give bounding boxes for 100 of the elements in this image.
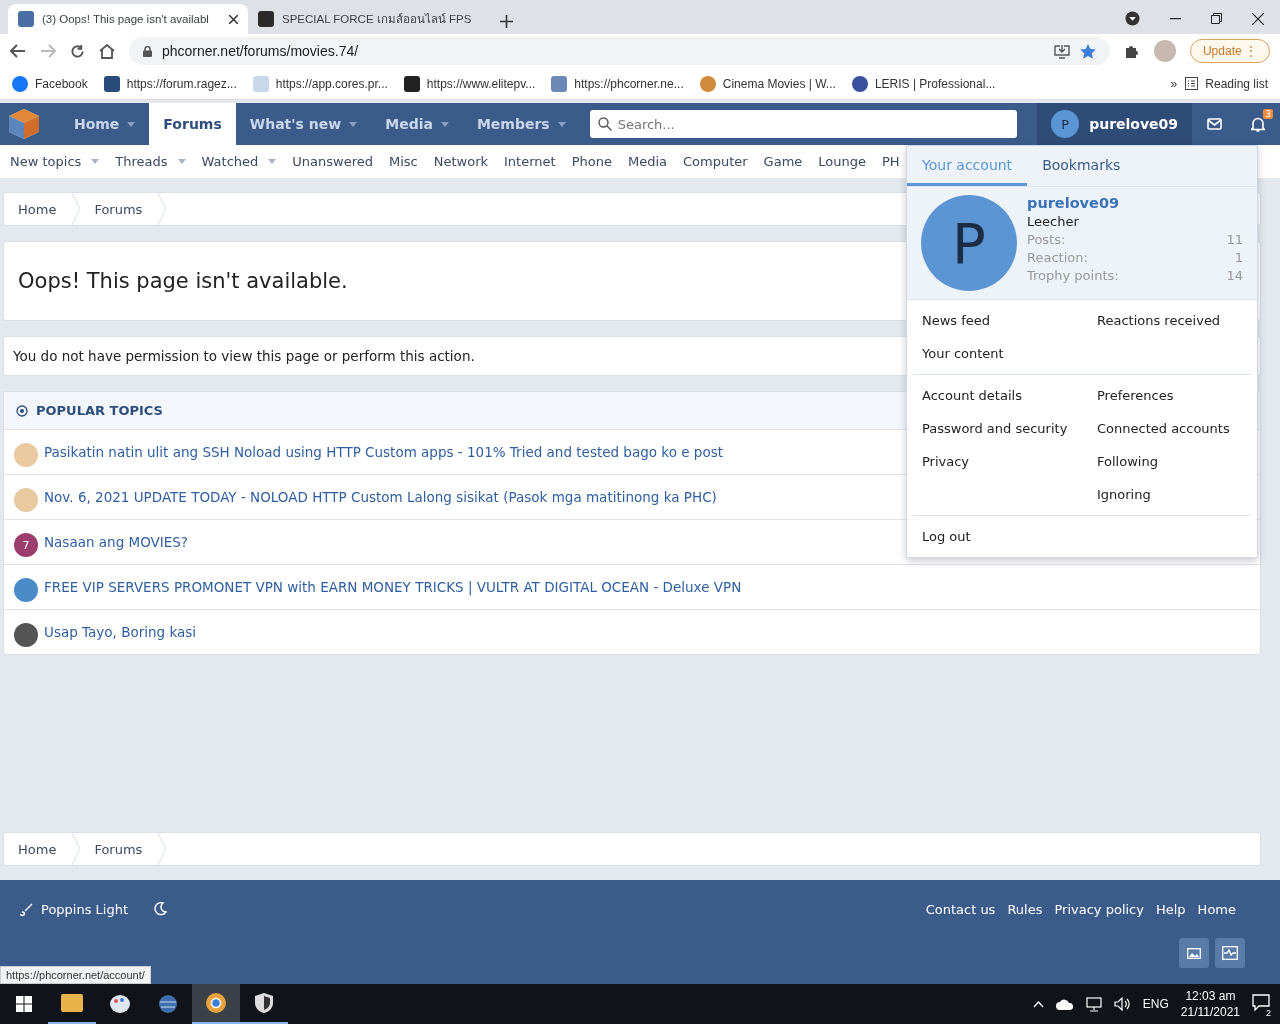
site-favicon-icon <box>18 11 34 27</box>
browser-tab[interactable]: SPECIAL FORCE เกมส์ออนไลน์ FPS <box>248 4 488 34</box>
menu-tab[interactable]: Bookmarks <box>1027 146 1136 186</box>
search-field[interactable]: Search... <box>589 110 1018 138</box>
more-bookmarks-button[interactable]: » <box>1170 76 1178 91</box>
minimize-icon[interactable] <box>1170 17 1181 20</box>
address-bar[interactable]: phcorner.net/forums/movies.74/ <box>129 37 1110 65</box>
close-icon[interactable] <box>1252 12 1264 25</box>
menu-link[interactable]: Ignoring <box>1088 478 1251 511</box>
speaker-icon[interactable] <box>1113 997 1131 1011</box>
footer-link[interactable]: Privacy policy <box>1054 902 1144 917</box>
bookmark-link[interactable]: https://www.elitepv... <box>403 75 536 92</box>
bookmark-link[interactable]: Facebook <box>12 75 88 92</box>
activity-button[interactable] <box>1215 938 1245 968</box>
nav-tab[interactable]: Home <box>59 103 150 145</box>
reload-icon[interactable] <box>70 43 85 59</box>
footer-link[interactable]: Home <box>1197 902 1236 917</box>
nav-tab[interactable]: Media <box>371 103 463 145</box>
home-icon[interactable] <box>99 43 115 59</box>
bookmark-link[interactable]: https://app.cores.pr... <box>252 75 388 92</box>
subnav-link[interactable]: Threads <box>115 154 186 169</box>
menu-link[interactable]: Privacy <box>913 445 1088 478</box>
subnav-link[interactable]: Computer <box>682 154 748 169</box>
subnav-link[interactable]: Internet <box>504 154 556 169</box>
tab-search-icon[interactable] <box>1125 11 1140 26</box>
topic-link[interactable]: Nov. 6, 2021 UPDATE TODAY - NOLOAD HTTP Custom Lalong sisikat (Pasok mga matitinong ka PHC) <box>44 489 717 505</box>
menu-link[interactable]: Preferences <box>1088 379 1251 412</box>
subnav-link[interactable]: Game <box>763 154 803 169</box>
subnav-link[interactable]: New topics <box>10 154 100 169</box>
caret-icon <box>177 159 186 164</box>
reading-list-button[interactable]: Reading list <box>1185 76 1268 91</box>
breadcrumb-link[interactable]: Home <box>4 193 73 225</box>
browser-icon <box>205 992 227 1014</box>
breadcrumb-link[interactable]: Forums <box>80 833 159 865</box>
speech-bubble-icon <box>1252 994 1270 1011</box>
menu-link[interactable]: Following <box>1088 445 1251 478</box>
nav-tab[interactable]: Members <box>462 103 580 145</box>
subnav-link[interactable]: Network <box>433 154 488 169</box>
bookmark-favicon-icon <box>851 75 868 92</box>
profile-name[interactable]: purelove09 <box>1027 195 1243 211</box>
alert-count: 3 <box>1263 109 1273 119</box>
breadcrumb-link[interactable]: Forums <box>80 193 159 225</box>
footer-link[interactable]: Contact us <box>925 902 996 917</box>
network-icon[interactable] <box>1085 996 1102 1012</box>
subnav-link[interactable]: Phone <box>571 154 612 169</box>
panel-title: POPULAR TOPICS <box>36 403 163 418</box>
star-icon[interactable] <box>1079 43 1096 59</box>
cloud-icon[interactable] <box>1055 998 1074 1010</box>
breadcrumb-link[interactable]: Home <box>4 833 73 865</box>
topic-link[interactable]: Nasaan ang MOVIES? <box>44 534 188 550</box>
menu-link[interactable]: Connected accounts <box>1088 412 1251 445</box>
subnav-link[interactable]: Lounge <box>818 154 866 169</box>
bookmark-link[interactable]: Cinema Movies | W... <box>699 75 836 92</box>
user-menu-button[interactable]: P purelove09 <box>1037 103 1193 145</box>
envelope-icon <box>1206 118 1222 130</box>
puzzle-piece-icon[interactable] <box>1123 43 1140 59</box>
nav-tab[interactable]: What's new <box>235 103 372 145</box>
user-avatar: P <box>1051 110 1080 138</box>
bookmark-link[interactable]: LERIS | Professional... <box>851 75 996 92</box>
bookmark-link[interactable]: https://phcorner.ne... <box>551 75 684 92</box>
topic-link[interactable]: Usap Tayo, Boring kasi <box>44 624 197 640</box>
caret-icon <box>440 121 449 127</box>
caret-icon <box>127 121 136 127</box>
image-button[interactable] <box>1179 938 1209 968</box>
subnav-link[interactable]: Media <box>627 154 667 169</box>
restore-icon[interactable] <box>1211 13 1222 24</box>
style-chooser-link[interactable]: Poppins Light <box>20 902 129 917</box>
windows-logo-icon <box>16 996 32 1012</box>
bookmark-link[interactable]: https://forum.ragez... <box>103 75 237 92</box>
language-indicator[interactable]: ENG <box>1142 997 1169 1011</box>
browser-tab[interactable]: (3) Oops! This page isn't availabl <box>8 4 248 34</box>
menu-link[interactable]: Log out <box>913 520 1088 553</box>
footer-link[interactable]: Rules <box>1007 902 1043 917</box>
subnav-link[interactable]: Unanswered <box>292 154 373 169</box>
tab-title: (3) Oops! This page isn't availabl <box>42 13 210 25</box>
new-tab-icon[interactable] <box>500 15 513 28</box>
topic-link[interactable]: FREE VIP SERVERS PROMONET VPN with EARN MONEY TRICKS | VULTR AT DIGITAL OCEAN - Deluxe VPN <box>44 579 742 595</box>
menu-link[interactable]: Your content <box>913 337 1088 370</box>
cube-logo-icon[interactable] <box>6 107 41 141</box>
chevron-up-icon[interactable] <box>1032 1000 1044 1008</box>
profile-avatar[interactable]: P <box>921 195 1017 291</box>
close-icon[interactable] <box>229 14 238 24</box>
clock[interactable]: 12:03 am 21/11/2021 <box>1180 988 1240 1020</box>
nav-tab[interactable]: Forums <box>149 103 236 145</box>
menu-link[interactable]: Password and security <box>913 412 1088 445</box>
moon-icon[interactable] <box>154 902 168 916</box>
topic-link[interactable]: Pasikatin natin ulit ang SSH Noload using HTTP Custom apps - 101% Tried and tested bago ko e post <box>44 444 723 460</box>
notification-center-button[interactable]: 2 <box>1252 994 1270 1014</box>
target-icon <box>16 404 28 417</box>
bookmark-favicon-icon <box>699 75 716 92</box>
menu-link[interactable]: Account details <box>913 379 1088 412</box>
back-arrow-icon[interactable] <box>10 44 26 58</box>
subnav-link[interactable]: Watched <box>201 154 277 169</box>
subnav-link[interactable]: PH <box>882 154 900 169</box>
site-favicon-icon <box>258 11 274 27</box>
caret-icon <box>268 159 277 164</box>
footer-link[interactable]: Help <box>1155 902 1186 917</box>
install-app-icon[interactable] <box>1053 43 1070 59</box>
subnav-link[interactable]: Misc <box>389 154 418 169</box>
status-url: https://phcorner.net/account/ <box>0 966 151 984</box>
